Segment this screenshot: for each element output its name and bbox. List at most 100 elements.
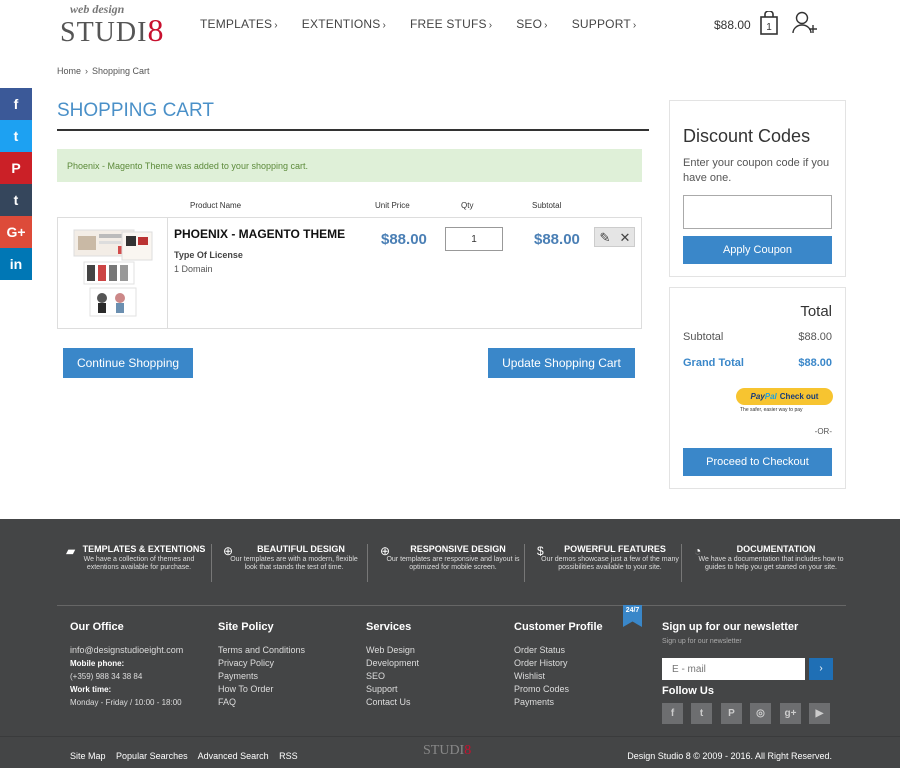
bottom-divider <box>0 736 900 737</box>
footer-link[interactable]: Order History <box>514 657 603 670</box>
grand-total-label: Grand Total <box>683 357 744 369</box>
col-subtotal: Subtotal <box>532 201 562 210</box>
breadcrumb-home[interactable]: Home <box>57 66 81 76</box>
update-cart-button[interactable]: Update Shopping Cart <box>488 348 635 378</box>
lifebuoy-icon: ⊕ <box>223 544 234 558</box>
office-email[interactable]: info@designstudioeight.com <box>70 644 183 657</box>
footer-link[interactable]: Support <box>366 683 419 696</box>
or-divider: -OR- <box>814 427 832 436</box>
footer-link[interactable]: Payments <box>218 670 305 683</box>
rss-link[interactable]: RSS <box>279 751 298 761</box>
footer-link[interactable]: Development <box>366 657 419 670</box>
newsletter-submit-button[interactable]: › <box>809 658 833 680</box>
option-label: Type Of License <box>174 250 243 260</box>
popular-searches-link[interactable]: Popular Searches <box>116 751 188 761</box>
col-qty: Qty <box>461 201 474 210</box>
footer-link[interactable]: Promo Codes <box>514 683 603 696</box>
shopping-bag-icon[interactable]: 1 <box>760 11 778 35</box>
nav-seo[interactable]: SEO › <box>516 17 547 31</box>
header: web design STUDI8 TEMPLATES › EXTENTIONS ›… <box>0 0 900 50</box>
advanced-search-link[interactable]: Advanced Search <box>198 751 269 761</box>
nav-extentions[interactable]: EXTENTIONS › <box>302 17 386 31</box>
logo[interactable]: web design STUDI8 <box>60 2 170 48</box>
google-plus-icon[interactable]: G+ <box>0 216 32 248</box>
footer-link[interactable]: Privacy Policy <box>218 657 305 670</box>
footer-link[interactable]: Wishlist <box>514 670 603 683</box>
dollar-icon: $ <box>537 544 544 558</box>
footer-link[interactable]: How To Order <box>218 683 305 696</box>
apply-coupon-button[interactable]: Apply Coupon <box>683 236 832 264</box>
pencil-icon[interactable]: ✎ <box>595 229 615 247</box>
truck-icon: ▰ <box>66 544 76 558</box>
footer-link[interactable]: Web Design <box>366 644 419 657</box>
footer-link[interactable]: Contact Us <box>366 696 419 709</box>
footer-newsletter: Sign up for our newsletter Sign up for o… <box>662 621 842 731</box>
twitter-icon[interactable]: t <box>691 703 712 724</box>
close-icon[interactable]: ✕ <box>615 229 635 247</box>
youtube-icon[interactable]: ▶ <box>809 703 830 724</box>
office-phone: (+359) 988 34 38 84 <box>70 672 143 681</box>
footer-office: Our Office info@designstudioeight.com Mo… <box>70 621 183 709</box>
linkedin-icon[interactable]: in <box>0 248 32 280</box>
breadcrumb: Home › Shopping Cart <box>57 66 150 76</box>
footer-link[interactable]: FAQ <box>218 696 305 709</box>
dashboard-icon: ◔ <box>694 544 702 558</box>
feature-divider <box>524 544 525 582</box>
discount-title: Discount Codes <box>683 126 811 146</box>
footer-logo[interactable]: STUDI8 <box>423 743 471 759</box>
footer-link[interactable]: Terms and Conditions <box>218 644 305 657</box>
coupon-code-input[interactable] <box>683 195 832 229</box>
office-title: Our Office <box>70 621 124 633</box>
row-actions: ✎ ✕ <box>594 227 635 247</box>
product-thumbnail[interactable] <box>72 228 154 320</box>
footer-link[interactable]: SEO <box>366 670 419 683</box>
unit-price: $88.00 <box>381 231 427 248</box>
totals-panel: Total Subtotal $88.00 Grand Total $88.00… <box>669 287 846 489</box>
continue-shopping-button[interactable]: Continue Shopping <box>63 348 193 378</box>
office-hours: Monday - Friday / 10:00 - 18:00 <box>70 698 182 707</box>
title-divider <box>57 129 649 131</box>
proceed-to-checkout-button[interactable]: Proceed to Checkout <box>683 448 832 476</box>
nav-templates[interactable]: TEMPLATES › <box>200 17 278 31</box>
quantity-input[interactable] <box>445 227 503 251</box>
footer-divider <box>57 605 846 606</box>
site-map-link[interactable]: Site Map <box>70 751 106 761</box>
copyright: Design Studio 8 © 2009 - 2016. All Right… <box>627 751 832 761</box>
google-plus-icon[interactable]: g+ <box>780 703 801 724</box>
add-user-icon[interactable] <box>792 11 818 35</box>
feature-divider <box>681 544 682 582</box>
feature-beautiful-design: ⊕ BEAUTIFUL DESIGN Our templates are wit… <box>223 544 358 571</box>
bottom-links: Site Map Popular Searches Advanced Searc… <box>70 751 306 761</box>
facebook-icon[interactable]: f <box>0 88 32 120</box>
main-nav: TEMPLATES › EXTENTIONS › FREE STUFS › SEO › … <box>200 17 660 31</box>
totals-title: Total <box>800 303 832 320</box>
feature-responsive-design: ⊕ RESPONSIVE DESIGN Our templates are re… <box>380 544 520 571</box>
nav-free-stufs[interactable]: FREE STUFS › <box>410 17 492 31</box>
footer-link[interactable]: Payments <box>514 696 603 709</box>
footer-services: Services Web Design Development SEO Supp… <box>366 621 419 709</box>
logo-wordmark: STUDI8 <box>60 12 165 48</box>
paypal-tagline: The safer, easier way to pay <box>740 407 803 413</box>
footer: ▰ TEMPLATES & EXTENTIONS We have a colle… <box>0 519 900 768</box>
pinterest-icon[interactable]: P <box>0 152 32 184</box>
discount-description: Enter your coupon code if you have one. <box>683 157 830 184</box>
pinterest-icon[interactable]: P <box>721 703 742 724</box>
subtotal-label: Subtotal <box>683 331 724 343</box>
twitter-icon[interactable]: t <box>0 120 32 152</box>
breadcrumb-current: Shopping Cart <box>92 66 150 76</box>
footer-link[interactable]: Order Status <box>514 644 603 657</box>
header-cart-total[interactable]: $88.00 <box>714 18 751 32</box>
paypal-checkout-button[interactable]: PayPal Check out <box>736 388 833 405</box>
newsletter-email-input[interactable] <box>662 658 805 680</box>
footer-site-policy: Site Policy Terms and Conditions Privacy… <box>218 621 305 709</box>
item-subtotal: $88.00 <box>534 231 580 248</box>
product-name[interactable]: PHOENIX - MAGENTO THEME <box>174 227 345 241</box>
footer-customer-profile: Customer Profile Order Status Order Hist… <box>514 621 603 709</box>
tumblr-icon[interactable]: t <box>0 184 32 216</box>
services-title: Services <box>366 621 412 633</box>
feature-documentation: ◔ DOCUMENTATION We have a documentation … <box>694 544 844 571</box>
option-value: 1 Domain <box>174 264 213 274</box>
facebook-icon[interactable]: f <box>662 703 683 724</box>
nav-support[interactable]: SUPPORT › <box>572 17 637 31</box>
instagram-icon[interactable]: ◎ <box>750 703 771 724</box>
